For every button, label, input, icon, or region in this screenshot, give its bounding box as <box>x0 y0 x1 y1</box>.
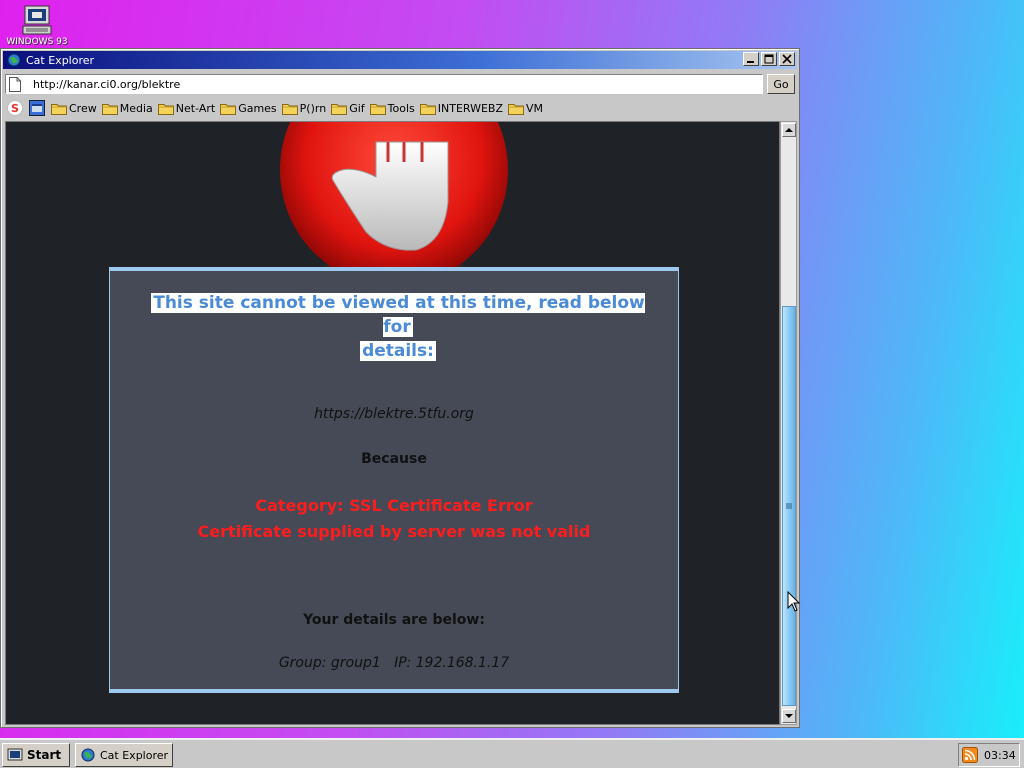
user-details: Group: group1 IP: 192.168.1.17 <box>278 655 510 671</box>
details-heading: Your details are below: <box>303 612 485 628</box>
folder-icon <box>51 103 67 115</box>
error-heading-line1: This site cannot be viewed at this time,… <box>151 293 645 337</box>
page-icon <box>9 76 21 92</box>
bookmark-folder-label: Media <box>119 101 153 115</box>
mouse-cursor-icon <box>787 591 801 612</box>
bookmark-folder[interactable]: INTERWEBZ <box>419 101 504 115</box>
folder-icon <box>281 103 298 115</box>
blocked-site-url: https://blektre.5tfu.org <box>314 406 474 422</box>
page-viewport[interactable]: This site cannot be viewed at this time,… <box>5 121 780 725</box>
bookmark-folder-label: INTERWEBZ <box>437 101 504 115</box>
task-label: Cat Explorer <box>100 748 169 762</box>
folder-icon <box>508 103 525 115</box>
url-text: http://kanar.ci0.org/blektre <box>33 77 181 91</box>
desktop-icon-windows93[interactable]: WINDOWS 93 <box>4 4 70 47</box>
bookmark-folder-label: Crew <box>69 101 97 115</box>
window-title: Cat Explorer <box>26 53 95 67</box>
grip-icon <box>786 503 792 509</box>
bookmark-folder[interactable]: Crew <box>51 102 97 115</box>
minimize-button[interactable] <box>743 52 759 66</box>
taskbar: Start Cat Explorer 03:34 <box>0 738 1024 768</box>
error-heading: This site cannot be viewed at this time,… <box>145 291 651 363</box>
close-button[interactable] <box>779 52 795 66</box>
scroll-down-button[interactable] <box>782 709 796 723</box>
bookmark-folder[interactable]: Media <box>101 101 153 115</box>
system-tray: 03:34 <box>958 743 1020 767</box>
folder-icon <box>157 103 174 115</box>
start-label: Start <box>27 748 62 762</box>
maximize-button[interactable] <box>761 52 777 66</box>
globe-icon <box>7 53 21 67</box>
close-icon <box>782 54 792 64</box>
vertical-scrollbar[interactable] <box>780 121 797 725</box>
links-bar: S Crew Media Net-Art Games P()rn Gif Tools INTE… <box>3 97 797 119</box>
certificate-message: Certificate supplied by server was not v… <box>197 522 591 541</box>
start-button[interactable]: Start <box>2 743 70 767</box>
svg-text:S: S <box>11 102 19 115</box>
bookmark-folder-label: VM <box>526 101 544 115</box>
start-logo-icon <box>7 748 23 761</box>
folder-icon <box>331 103 348 115</box>
bookmark-folder[interactable]: Games <box>220 101 277 115</box>
bookmark-folder[interactable]: Net-Art <box>157 101 216 115</box>
error-category: Category: SSL Certificate Error <box>255 496 533 515</box>
arrow-up-icon <box>785 128 793 132</box>
browser-window: Cat Explorer http://kanar.ci0.org/blektr… <box>0 48 800 728</box>
error-panel: This site cannot be viewed at this time,… <box>109 267 679 693</box>
minimize-icon <box>747 61 754 63</box>
url-input[interactable]: http://kanar.ci0.org/blektre <box>5 74 763 94</box>
clock: 03:34 <box>984 748 1016 762</box>
arrow-down-icon <box>785 714 793 718</box>
bookmark-folder-label: Gif <box>349 101 365 115</box>
folder-icon <box>419 103 436 115</box>
maximize-icon <box>764 54 774 64</box>
bookmark-folder-label: Tools <box>387 101 415 115</box>
bookmark-folder[interactable]: Gif <box>331 101 365 115</box>
computer-icon <box>20 4 54 38</box>
folder-icon <box>220 103 237 115</box>
because-label: Because <box>361 451 427 467</box>
taskbar-item-cat-explorer[interactable]: Cat Explorer <box>75 743 173 767</box>
scroll-up-button[interactable] <box>782 123 796 137</box>
globe-icon <box>81 748 95 762</box>
bookmark-folder[interactable]: VM <box>508 102 543 115</box>
bookmark-folder-label: Games <box>238 101 277 115</box>
folder-icon <box>101 103 118 115</box>
bookmark-folder[interactable]: P()rn <box>281 101 327 115</box>
bookmark-folder-label: P()rn <box>299 101 327 115</box>
bookmark-folder-label: Net-Art <box>175 101 216 115</box>
bookmark-folder[interactable]: Tools <box>369 101 415 115</box>
scroll-thumb[interactable] <box>782 306 796 706</box>
desktop-icon-label: WINDOWS 93 <box>6 37 68 47</box>
go-button[interactable]: Go <box>767 74 795 94</box>
s-logo-icon[interactable]: S <box>7 100 23 116</box>
rss-icon[interactable] <box>962 747 978 763</box>
error-heading-line2: details: <box>360 341 436 361</box>
window-app-icon[interactable] <box>29 100 45 116</box>
address-bar: http://kanar.ci0.org/blektre Go <box>3 71 797 97</box>
title-bar[interactable]: Cat Explorer <box>3 51 797 69</box>
folder-icon <box>369 103 386 115</box>
